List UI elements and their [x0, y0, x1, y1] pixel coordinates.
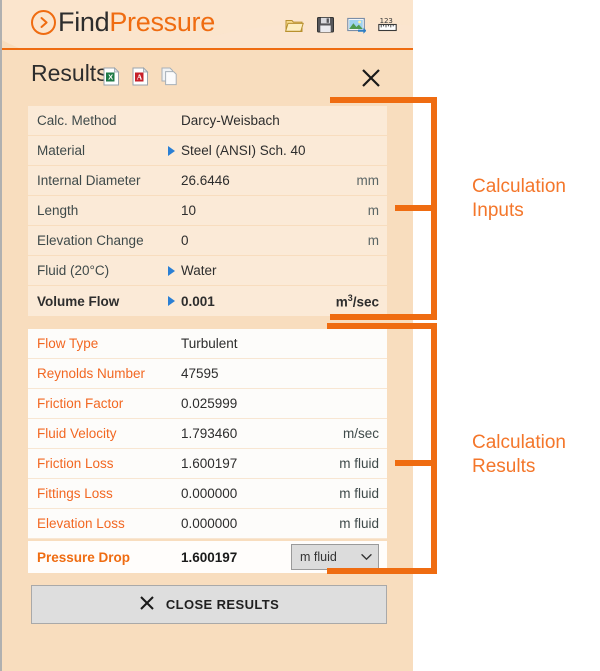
- row-unit: m3/sec: [335, 292, 379, 310]
- table-row: Friction Loss 1.600197 m fluid: [28, 449, 387, 479]
- row-value: 0.025999: [181, 396, 238, 411]
- excel-export-icon[interactable]: X: [103, 67, 120, 86]
- row-label: Friction Factor: [37, 396, 124, 411]
- section-divider: [28, 318, 387, 329]
- export-image-icon[interactable]: [347, 15, 367, 34]
- pressure-drop-unit-value: m fluid: [300, 550, 337, 564]
- copy-icon[interactable]: [161, 67, 178, 86]
- calculation-results-table: Flow Type Turbulent Reynolds Number 4759…: [28, 329, 387, 573]
- row-label: Calc. Method: [37, 113, 117, 128]
- calculation-results-annotation-label: Calculation Results: [472, 431, 566, 479]
- row-label: Elevation Change: [37, 233, 144, 248]
- row-unit: mm: [356, 173, 380, 188]
- row-label: Volume Flow: [37, 293, 120, 309]
- svg-text:X: X: [108, 73, 113, 82]
- pressure-drop-unit-select[interactable]: m fluid: [291, 544, 379, 570]
- caret-right-icon: [167, 145, 181, 157]
- table-row[interactable]: Internal Diameter 26.6446 mm: [28, 166, 387, 196]
- table-row: Fittings Loss 0.000000 m fluid: [28, 479, 387, 509]
- row-value: Steel (ANSI) Sch. 40: [181, 143, 306, 158]
- brand-name-second: Pressure: [109, 7, 215, 37]
- row-value: Darcy-Weisbach: [181, 113, 280, 128]
- calculation-inputs-table: Calc. Method Darcy-Weisbach Material Ste…: [28, 106, 387, 316]
- x-icon: [139, 595, 155, 614]
- row-label: Material: [37, 143, 86, 158]
- annotation-line-1: Calculation: [472, 432, 566, 453]
- results-title: Results: [31, 60, 108, 86]
- row-value: 1.793460: [181, 426, 238, 441]
- row-unit: m fluid: [339, 456, 379, 471]
- calculation-inputs-annotation-label: Calculation Inputs: [472, 175, 566, 223]
- row-label: Internal Diameter: [37, 173, 141, 188]
- pressure-drop-label: Pressure Drop: [37, 549, 131, 565]
- row-value: Turbulent: [181, 336, 238, 351]
- row-unit: m: [367, 233, 379, 248]
- table-row[interactable]: Calc. Method Darcy-Weisbach: [28, 106, 387, 136]
- chevron-right-circle-icon: [31, 9, 56, 35]
- table-row: Flow Type Turbulent: [28, 329, 387, 359]
- close-results-label: CLOSE RESULTS: [165, 597, 280, 612]
- row-value: 26.6446: [181, 173, 230, 188]
- row-unit: m fluid: [339, 516, 379, 531]
- table-row[interactable]: Length 10 m: [28, 196, 387, 226]
- save-disk-icon[interactable]: [316, 15, 335, 34]
- close-results-button[interactable]: CLOSE RESULTS: [31, 585, 387, 624]
- row-value: 0: [181, 233, 189, 248]
- chevron-down-icon: [361, 550, 372, 564]
- title-bar: FindPressure 123: [2, 0, 413, 50]
- table-row[interactable]: Fluid (20°C) Water: [28, 256, 387, 286]
- svg-text:A: A: [137, 73, 143, 82]
- row-label: Fluid Velocity: [37, 426, 117, 441]
- annotation-line-2: Results: [472, 456, 536, 477]
- row-label: Fluid (20°C): [37, 263, 110, 278]
- row-value: 0.000000: [181, 516, 238, 531]
- results-header: Results X A: [2, 52, 413, 102]
- pdf-export-icon[interactable]: A: [132, 67, 149, 86]
- table-row: Fluid Velocity 1.793460 m/sec: [28, 419, 387, 449]
- row-label: Reynolds Number: [37, 366, 146, 381]
- row-value: 0.001: [181, 293, 215, 309]
- screenshot-root: FindPressure 123 Results X A Calc. Metho…: [0, 0, 600, 671]
- annotation-line-2: Inputs: [472, 200, 524, 221]
- table-row[interactable]: Material Steel (ANSI) Sch. 40: [28, 136, 387, 166]
- row-value: Water: [181, 263, 217, 278]
- titlebar-toolbar: 123: [284, 15, 397, 34]
- units-ruler-icon[interactable]: 123: [378, 15, 397, 34]
- row-value: 47595: [181, 366, 219, 381]
- annotation-line-1: Calculation: [472, 176, 566, 197]
- row-label: Fittings Loss: [37, 486, 113, 501]
- row-value: 0.000000: [181, 486, 238, 501]
- row-unit: m: [367, 203, 379, 218]
- app-panel: FindPressure 123 Results X A Calc. Metho…: [0, 0, 413, 671]
- row-value: 1.600197: [181, 456, 238, 471]
- table-row[interactable]: Elevation Change 0 m: [28, 226, 387, 256]
- table-row: Elevation Loss 0.000000 m fluid: [28, 509, 387, 539]
- row-unit: m fluid: [339, 486, 379, 501]
- row-label: Elevation Loss: [37, 516, 125, 531]
- svg-text:123: 123: [380, 16, 393, 25]
- results-export-icons: X A: [103, 67, 178, 86]
- pressure-drop-row: Pressure Drop 1.600197 m fluid: [28, 539, 387, 573]
- table-row: Friction Factor 0.025999: [28, 389, 387, 419]
- table-row-volume-flow[interactable]: Volume Flow 0.001 m3/sec: [28, 286, 387, 316]
- app-logo: FindPressure: [31, 7, 215, 37]
- caret-right-icon: [167, 295, 181, 307]
- caret-right-icon: [167, 265, 181, 277]
- row-label: Flow Type: [37, 336, 99, 351]
- brand-name-first: Find: [58, 7, 110, 37]
- row-value: 10: [181, 203, 197, 218]
- open-folder-icon[interactable]: [284, 15, 304, 34]
- row-unit: m/sec: [342, 426, 379, 441]
- table-row: Reynolds Number 47595: [28, 359, 387, 389]
- row-label: Length: [37, 203, 79, 218]
- close-icon[interactable]: [359, 66, 383, 90]
- row-label: Friction Loss: [37, 456, 114, 471]
- pressure-drop-value: 1.600197: [181, 549, 238, 565]
